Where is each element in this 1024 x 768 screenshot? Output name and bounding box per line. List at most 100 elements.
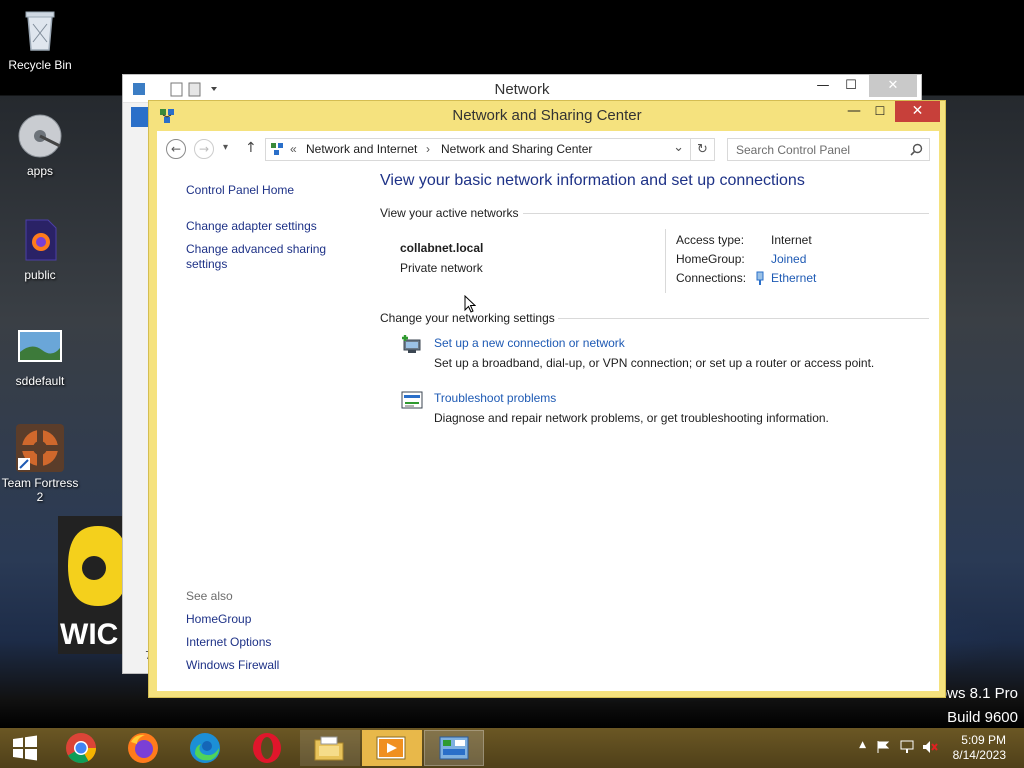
- wallpaper-logo: WIC: [58, 516, 128, 654]
- network-details-separator: [665, 229, 666, 293]
- os-watermark-edition: ows 8.1 Pro: [938, 685, 1018, 702]
- active-networks-heading: View your active networks: [380, 206, 519, 220]
- change-advanced-sharing-link[interactable]: Change advanced sharing settings: [186, 242, 336, 272]
- taskbar-file-explorer[interactable]: [300, 730, 360, 766]
- desktop-icon-recycle-bin[interactable]: Recycle Bin: [0, 6, 80, 72]
- desktop-icon-team-fortress-2[interactable]: Team Fortress 2: [0, 424, 80, 504]
- homegroup-joined-link[interactable]: Joined: [771, 252, 806, 266]
- recycle-bin-icon: [16, 6, 64, 54]
- refresh-button[interactable]: ↻: [691, 138, 715, 161]
- desktop-icon-label: apps: [26, 164, 54, 178]
- new-connection-icon: [400, 334, 424, 356]
- see-also-heading: See also: [186, 589, 233, 603]
- section-divider: [523, 213, 929, 214]
- minimize-button[interactable]: —: [841, 101, 867, 122]
- window-client-area: ← → ▾ ↑ « Network and Internet › Network…: [157, 131, 939, 691]
- search-input[interactable]: [728, 139, 898, 160]
- firefox-icon: [128, 733, 158, 763]
- desktop-icon-sddefault[interactable]: sddefault: [0, 322, 80, 388]
- control-panel-home-link[interactable]: Control Panel Home: [186, 183, 356, 198]
- network-sharing-center-window[interactable]: Network and Sharing Center — ☐ ✕ ← → ▾ ↑…: [148, 100, 946, 698]
- desktop-icon-label: public: [24, 268, 56, 282]
- taskbar: ▲ 5:09 PM 8/14/2023: [0, 728, 1024, 768]
- internet-options-link[interactable]: Internet Options: [186, 635, 356, 650]
- desktop-icon-apps[interactable]: apps: [0, 112, 80, 178]
- taskbar-chrome[interactable]: [52, 730, 112, 766]
- folder-icon: [314, 736, 344, 761]
- breadcrumb-network-sharing-center[interactable]: Network and Sharing Center: [441, 139, 592, 160]
- breadcrumb[interactable]: « Network and Internet › Network and Sha…: [265, 138, 691, 161]
- page-title: View your basic network information and …: [380, 172, 805, 189]
- homegroup-link[interactable]: HomeGroup: [186, 612, 356, 627]
- taskbar-firefox[interactable]: [114, 730, 174, 766]
- troubleshoot-problems-link[interactable]: Troubleshoot problems: [434, 391, 556, 405]
- clock-time: 5:09 PM: [961, 733, 1006, 747]
- clock-date: 8/14/2023: [952, 748, 1006, 762]
- windows-logo-icon: [13, 735, 37, 761]
- window-title: Network and Sharing Center: [452, 107, 642, 124]
- homegroup-label: HomeGroup:: [676, 252, 745, 266]
- action-center-flag-icon[interactable]: [876, 740, 890, 758]
- taskbar-control-panel[interactable]: [424, 730, 484, 766]
- network-minimize-button[interactable]: —: [809, 75, 837, 97]
- network-maximize-button[interactable]: ☐: [837, 75, 865, 97]
- control-panel-taskbar-icon: [439, 736, 469, 760]
- network-window-title: Network: [494, 81, 550, 98]
- tray-overflow-button[interactable]: ▲: [859, 740, 866, 750]
- chrome-icon: [66, 733, 96, 764]
- taskbar-edge[interactable]: [176, 730, 236, 766]
- disc-icon: [16, 112, 64, 160]
- setup-new-connection-link[interactable]: Set up a new connection or network: [434, 336, 625, 350]
- access-type-label: Access type:: [676, 233, 745, 247]
- left-pane: Control Panel Home Change adapter settin…: [157, 167, 371, 691]
- network-tray-icon[interactable]: [900, 740, 914, 758]
- breadcrumb-overflow[interactable]: «: [290, 139, 297, 160]
- windows-firewall-link[interactable]: Windows Firewall: [186, 658, 356, 673]
- section-divider: [558, 318, 929, 319]
- mouse-cursor: [464, 294, 477, 316]
- troubleshoot-problems-description: Diagnose and repair network problems, or…: [434, 411, 829, 425]
- media-player-icon: [376, 736, 406, 760]
- right-pane: View your basic network information and …: [380, 167, 939, 691]
- forward-button[interactable]: →: [194, 139, 214, 159]
- start-button[interactable]: [0, 730, 60, 766]
- address-dropdown-button[interactable]: ⌄: [673, 136, 684, 157]
- taskbar-media-player[interactable]: [362, 730, 422, 766]
- window-titlebar[interactable]: Network and Sharing Center — ☐ ✕: [149, 101, 945, 131]
- access-type-value: Internet: [771, 233, 812, 247]
- edge-icon: [190, 733, 220, 763]
- back-button[interactable]: ←: [166, 139, 186, 159]
- firefox-file-icon: [16, 216, 64, 264]
- network-close-button[interactable]: ✕: [869, 75, 917, 97]
- network-name: collabnet.local: [400, 241, 484, 255]
- search-box[interactable]: [727, 138, 930, 161]
- opera-icon: [253, 733, 281, 763]
- up-button[interactable]: ↑: [245, 140, 257, 156]
- image-file-icon: [16, 322, 64, 370]
- taskbar-opera[interactable]: [238, 730, 298, 766]
- desktop-icon-label: sddefault: [15, 374, 65, 388]
- network-type: Private network: [400, 261, 483, 275]
- breadcrumb-network-and-internet[interactable]: Network and Internet: [306, 139, 417, 160]
- maximize-button[interactable]: ☐: [867, 101, 893, 122]
- volume-muted-icon[interactable]: [922, 740, 938, 758]
- network-window-titlebar[interactable]: Network — ☐ ✕: [123, 75, 921, 103]
- desktop-icon-label: Team Fortress 2: [1, 476, 79, 504]
- setup-new-connection-description: Set up a broadband, dial-up, or VPN conn…: [434, 356, 875, 370]
- desktop-icon-label: Recycle Bin: [8, 58, 72, 72]
- wallpaper-logo-text: WIC: [60, 618, 119, 652]
- ethernet-connection-link[interactable]: Ethernet: [771, 271, 816, 285]
- ethernet-icon: [755, 271, 765, 289]
- search-icon[interactable]: [910, 143, 923, 159]
- desktop-icon-public[interactable]: public: [0, 216, 80, 282]
- system-clock[interactable]: 5:09 PM 8/14/2023: [953, 733, 1006, 763]
- address-bar: ← → ▾ ↑ « Network and Internet › Network…: [157, 131, 939, 167]
- recent-locations-button[interactable]: ▾: [223, 142, 228, 153]
- breadcrumb-separator: ›: [426, 142, 430, 156]
- team-fortress-icon: [16, 424, 64, 472]
- close-button[interactable]: ✕: [895, 101, 940, 122]
- change-adapter-settings-link[interactable]: Change adapter settings: [186, 219, 356, 234]
- troubleshoot-icon: [400, 389, 424, 411]
- os-watermark-build: Build 9600: [947, 709, 1018, 726]
- control-panel-icon: [270, 142, 285, 164]
